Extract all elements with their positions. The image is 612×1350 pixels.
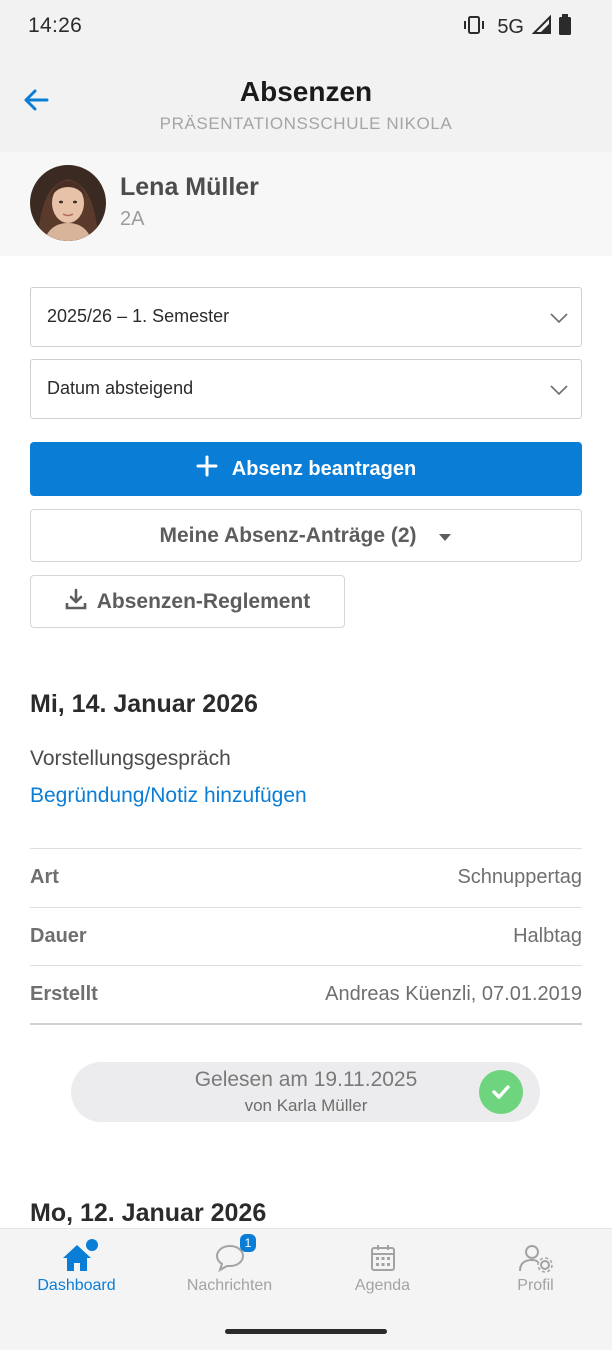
home-indicator[interactable] — [225, 1329, 387, 1334]
user-settings-icon — [459, 1243, 612, 1275]
tab-label: Profil — [517, 1277, 554, 1294]
request-absence-label: Absenz beantragen — [231, 457, 417, 480]
home-icon — [0, 1243, 153, 1275]
sort-value: Datum absteigend — [47, 378, 194, 398]
chat-icon — [153, 1243, 306, 1275]
chevron-down-icon — [549, 380, 569, 405]
tab-label: Agenda — [354, 1277, 411, 1294]
detail-value: Schnuppertag — [457, 866, 582, 889]
student-class: 2A — [120, 208, 145, 230]
read-by-text: von Karla Müller — [244, 1096, 368, 1115]
battery-icon — [558, 13, 572, 41]
student-profile: Lena Müller 2A — [0, 152, 612, 256]
detail-label: Erstellt — [30, 982, 98, 1005]
network-type: 5G — [497, 15, 524, 38]
unread-badge: 1 — [240, 1234, 256, 1252]
detail-label: Art — [30, 866, 59, 889]
add-note-link[interactable]: Begründung/Notiz hinzufügen — [30, 784, 307, 808]
signal-icon — [531, 14, 552, 40]
tab-nachrichten[interactable]: 1 Nachrichten — [153, 1229, 306, 1309]
detail-value: Andreas Küenzli, 07.01.2019 — [325, 982, 582, 1005]
calendar-icon — [306, 1243, 459, 1275]
page-title: Absenzen — [239, 76, 373, 107]
sort-select[interactable]: Datum absteigend — [30, 359, 582, 419]
read-status-pill: Gelesen am 19.11.2025 von Karla Müller — [71, 1062, 540, 1122]
detail-value: Halbtag — [513, 924, 582, 947]
absence-details: Art Schnuppertag Dauer Halbtag Erstellt … — [30, 848, 582, 1025]
absence-reason: Vorstellungsgespräch — [30, 747, 231, 770]
caret-down-icon — [437, 524, 453, 548]
status-time: 14:26 — [28, 14, 83, 37]
detail-row-dauer: Dauer Halbtag — [30, 908, 582, 966]
student-name: Lena Müller — [120, 173, 259, 201]
absence-date: Mo, 12. Januar 2026 — [30, 1199, 267, 1227]
tab-dashboard[interactable]: Dashboard — [0, 1229, 153, 1309]
detail-row-erstellt: Erstellt Andreas Küenzli, 07.01.2019 — [30, 966, 582, 1025]
check-circle-icon — [479, 1070, 523, 1114]
status-icons: 5G — [463, 13, 572, 41]
notification-dot — [86, 1239, 98, 1251]
period-select[interactable]: 2025/26 – 1. Semester — [30, 287, 582, 347]
app-header: Absenzen PRÄSENTATIONSSCHULE NIKOLA — [0, 56, 612, 152]
absence-date: Mi, 14. Januar 2026 — [30, 690, 258, 718]
detail-row-art: Art Schnuppertag — [30, 849, 582, 908]
tab-label: Dashboard — [37, 1277, 116, 1294]
my-requests-label: Meine Absenz-Anträge (2) — [159, 523, 417, 547]
tab-profil[interactable]: Profil — [459, 1229, 612, 1309]
chevron-down-icon — [549, 308, 569, 333]
regulations-download-button[interactable]: Absenzen-Reglement — [30, 575, 345, 628]
avatar — [30, 165, 106, 241]
status-bar: 14:26 5G — [0, 0, 612, 56]
download-icon — [65, 588, 87, 616]
request-absence-button[interactable]: Absenz beantragen — [30, 442, 582, 496]
plus-icon — [196, 455, 218, 483]
my-requests-button[interactable]: Meine Absenz-Anträge (2) — [30, 509, 582, 562]
regulations-label: Absenzen-Reglement — [96, 589, 311, 613]
tab-agenda[interactable]: Agenda — [306, 1229, 459, 1309]
period-value: 2025/26 – 1. Semester — [47, 306, 230, 326]
school-name: PRÄSENTATIONSSCHULE NIKOLA — [159, 114, 453, 133]
vibrate-icon — [463, 14, 485, 41]
read-status-text: Gelesen am 19.11.2025 — [194, 1068, 418, 1091]
detail-label: Dauer — [30, 924, 87, 947]
tab-label: Nachrichten — [186, 1277, 273, 1294]
